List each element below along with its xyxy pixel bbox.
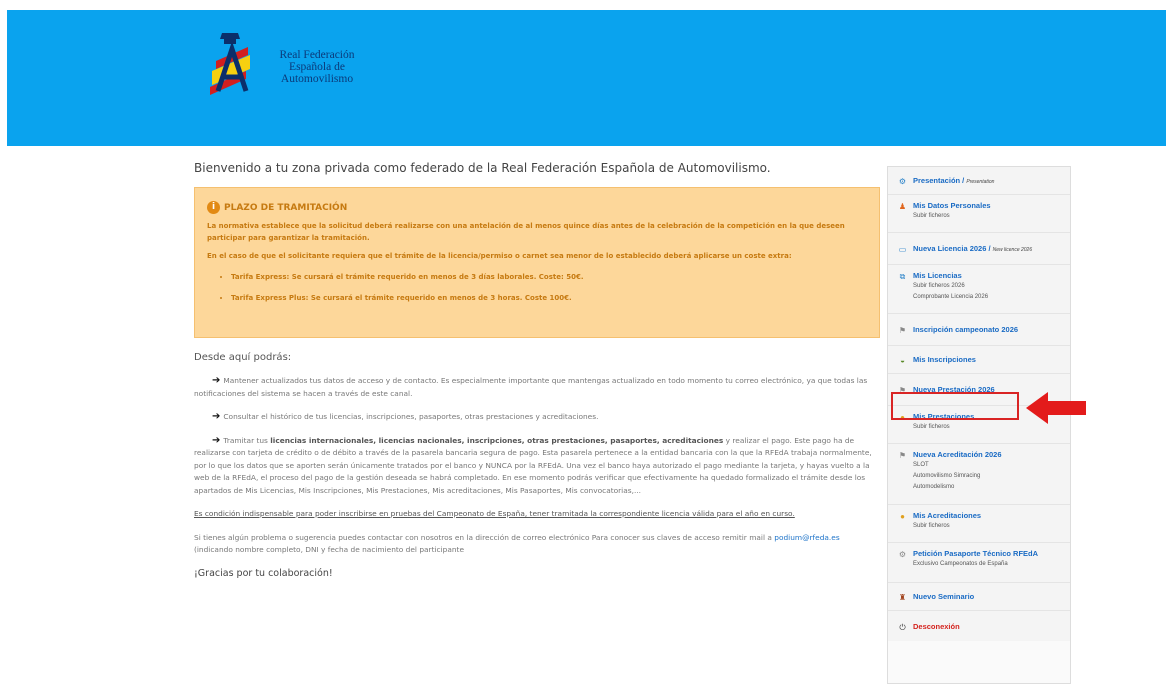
sidebar-item-label-en: New licence 2026 [992, 247, 1033, 253]
feature-item: ➔ Tramitar tus licencias internacionales,… [194, 435, 880, 498]
highlight-box [891, 392, 1019, 420]
sidebar-item-label: Nueva Acreditación 2026 [913, 450, 1002, 459]
sidebar-item-label-en: Presentation [966, 179, 995, 185]
info-icon: i [207, 201, 220, 214]
sidebar-item-desconexion[interactable]: ⏻ Desconexión [888, 611, 1070, 641]
arrow-right-icon: ➔ [212, 411, 221, 422]
sidebar-subitem[interactable]: Automodelismo [913, 482, 1002, 493]
alert-paragraph-1: La normativa establece que la solicitud … [207, 222, 845, 242]
section-heading: Desde aquí podrás: [194, 352, 292, 363]
rfeda-crest-icon [210, 33, 250, 95]
sidebar-subitem[interactable]: Exclusivo Campeonatos de España [913, 559, 1038, 570]
sidebar-item-label: Mis Datos Personales [913, 201, 991, 210]
sidebar-item-inscripcion-campeonato[interactable]: ⚑ Inscripción campeonato 2026 [888, 314, 1070, 346]
alert-fee-item: Tarifa Express: Se cursará el trámite re… [231, 272, 867, 283]
sidebar-item-nueva-licencia[interactable]: ▭ Nueva Licencia 2026 / New licence 2026 [888, 233, 1070, 265]
logout-icon: ⏻ [899, 623, 906, 632]
welcome-text: Bienvenido a tu zona privada como federa… [194, 161, 771, 175]
alert-paragraph-2: En el caso de que el solicitante requier… [207, 252, 792, 260]
alert-fee-item: Tarifa Express Plus: Se cursará el trámi… [231, 293, 867, 304]
sidebar-item-label: Nuevo Seminario [913, 592, 975, 601]
alert-header: i PLAZO DE TRAMITACIÓN [207, 201, 867, 214]
logo-line-1: Real Federación [279, 49, 355, 61]
sidebar-subitem[interactable]: SLOT [913, 460, 1002, 471]
sidebar-subitem[interactable]: Automovilismo Simracing [913, 471, 1002, 482]
flag-icon: ⚑ [898, 451, 907, 460]
thanks-text: ¡Gracias por tu colaboración! [194, 567, 333, 579]
sidebar-subitem[interactable]: Subir ficheros 2026 [913, 281, 988, 292]
alert-fee-list: Tarifa Express: Se cursará el trámite re… [207, 272, 867, 304]
seminar-icon: ♜ [898, 593, 907, 602]
sidebar-item-label: Inscripción campeonato 2026 [913, 325, 1019, 334]
license-icon: ⧉ [899, 272, 906, 281]
sidebar-item-mis-acreditaciones[interactable]: ● Mis Acreditaciones Subir ficheros [888, 505, 1070, 543]
arrow-right-icon: ➔ [212, 375, 221, 386]
sidebar-item-label: Petición Pasaporte Técnico RFEdA [913, 549, 1039, 558]
sidebar-item-label: Mis Inscripciones [913, 355, 976, 364]
sidebar-item-label: Nueva Licencia 2026 / [913, 244, 991, 253]
contact-text: (indicando nombre completo, DNI y fecha … [194, 545, 464, 554]
email-link[interactable]: podium@rfeda.es [774, 533, 839, 542]
sidebar-subitem[interactable]: Subir ficheros [913, 211, 991, 222]
contact-info: Si tienes algún problema o sugerencia pu… [194, 532, 880, 557]
feature-text: Tramitar tus [223, 435, 268, 445]
header-banner [7, 10, 1166, 146]
sidebar-item-mis-inscripciones[interactable]: ◒ Mis Inscripciones [888, 346, 1070, 374]
logo-line-3: Automovilismo [280, 73, 354, 85]
gear-icon: ⚙ [898, 177, 907, 186]
sidebar-item-mis-datos[interactable]: ♟ Mis Datos Personales Subir ficheros [888, 195, 1070, 233]
top-header: Real Federación Española de Automovilism… [0, 0, 1166, 150]
sidebar-item-label: Mis Licencias [913, 271, 962, 280]
coins-icon: ● [900, 512, 905, 521]
flag-icon: ⚑ [898, 326, 907, 335]
sidebar-item-label: Mis Acreditaciones [913, 511, 982, 520]
sidebar-item-presentacion[interactable]: ⚙ Presentación / Presentation [888, 167, 1070, 195]
feature-text: Consultar el histórico de tus licencias,… [223, 412, 599, 421]
sidebar-item-nuevo-seminario[interactable]: ♜ Nuevo Seminario [888, 583, 1070, 611]
sidebar-subitem[interactable]: Subir ficheros [913, 422, 974, 433]
sidebar-subitem[interactable]: Comprobante Licencia 2026 [913, 292, 988, 303]
logo-text: Real Federación Española de Automovilism… [262, 49, 372, 85]
main-content: Bienvenido a tu zona privada como federa… [194, 160, 880, 175]
rfeda-logo[interactable]: Real Federación Española de Automovilism… [202, 31, 372, 101]
logo-line-2: Española de [289, 61, 345, 73]
contact-text: Si tienes algún problema o sugerencia pu… [194, 532, 772, 542]
sidebar-item-pasaporte-tecnico[interactable]: ⚙ Petición Pasaporte Técnico RFEdA Exclus… [888, 543, 1070, 583]
feature-text: Mantener actualizados tus datos de acces… [194, 376, 868, 398]
helmet-icon: ◒ [900, 356, 905, 365]
arrow-right-icon: ➔ [212, 434, 221, 446]
id-card-icon: ▭ [898, 245, 907, 254]
feature-text-bold: licencias internacionales, licencias nac… [270, 435, 724, 445]
feature-item: ➔ Mantener actualizados tus datos de acce… [194, 375, 880, 400]
info-section: Desde aquí podrás: ➔ Mantener actualizado… [194, 352, 880, 579]
sidebar-item-mis-licencias[interactable]: ⧉ Mis Licencias Subir ficheros 2026 Compro… [888, 265, 1070, 314]
sidebar-item-label: Presentación / [913, 176, 965, 185]
sidebar-item-nueva-acreditacion[interactable]: ⚑ Nueva Acreditación 2026 SLOT Automovilis… [888, 444, 1070, 505]
sidebar-subitem[interactable]: Subir ficheros [913, 521, 981, 532]
processing-deadline-alert: i PLAZO DE TRAMITACIÓN La normativa esta… [194, 187, 880, 338]
wrench-icon: ⚙ [898, 550, 907, 559]
feature-item: ➔ Consultar el histórico de tus licencias… [194, 411, 880, 424]
sidebar-item-label: Desconexión [913, 622, 960, 631]
alert-title: PLAZO DE TRAMITACIÓN [224, 202, 348, 213]
user-icon: ♟ [898, 202, 907, 211]
championship-condition: Es condición indispensable para poder in… [194, 509, 795, 518]
red-arrow-icon [1026, 392, 1086, 424]
